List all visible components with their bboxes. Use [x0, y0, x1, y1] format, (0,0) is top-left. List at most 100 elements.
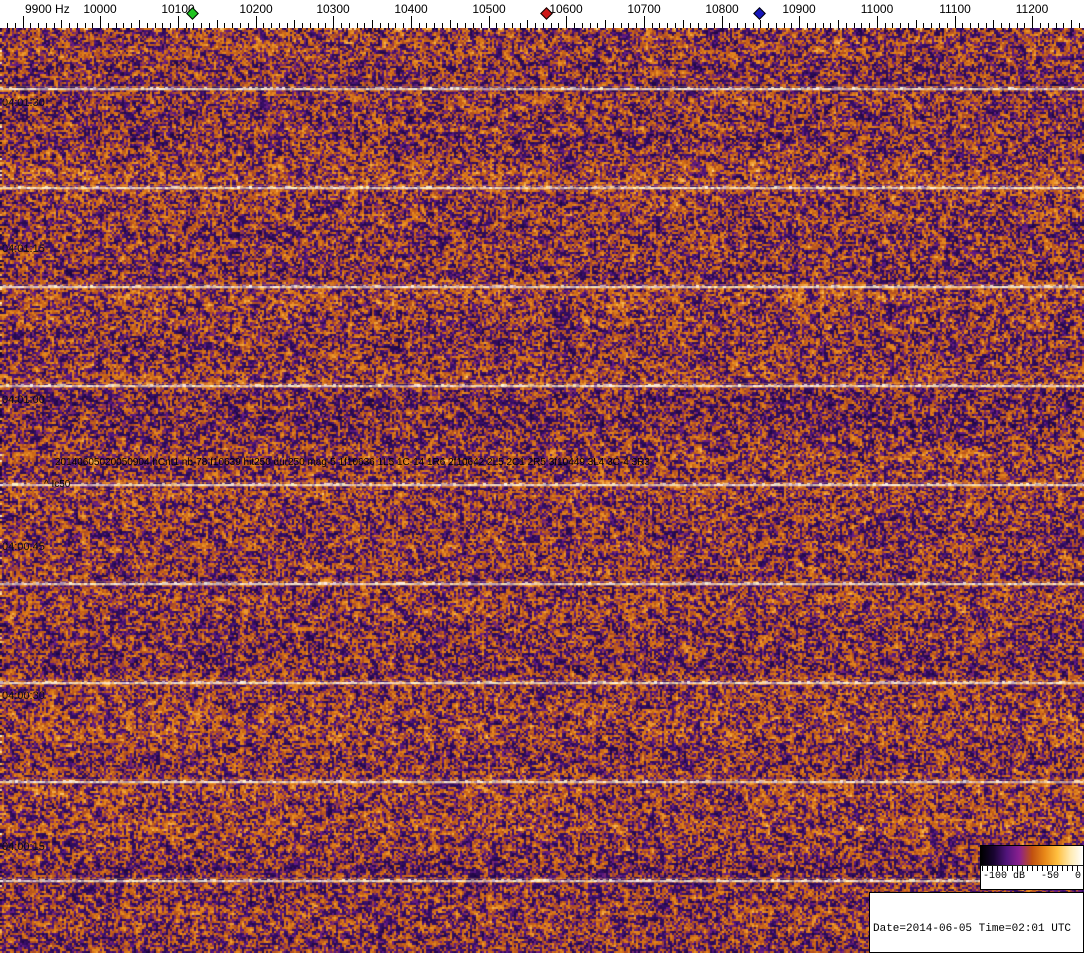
freq-tick — [426, 23, 427, 28]
freq-tick — [877, 16, 878, 28]
freq-tick — [349, 23, 350, 28]
freq-tick — [69, 23, 70, 28]
freq-tick — [753, 23, 754, 28]
freq-axis-label: 10500 — [472, 2, 506, 16]
freq-tick — [574, 23, 575, 28]
freq-tick — [155, 23, 156, 28]
freq-tick — [636, 23, 637, 28]
freq-tick — [543, 23, 544, 28]
freq-tick — [535, 23, 536, 28]
freq-tick — [815, 23, 816, 28]
freq-axis-label: 10200 — [239, 2, 273, 16]
freq-tick — [23, 16, 24, 28]
freq-tick — [1056, 23, 1057, 28]
freq-tick — [1040, 23, 1041, 28]
freq-tick — [411, 16, 412, 28]
freq-tick — [1017, 23, 1018, 28]
freq-axis-label: 10300 — [316, 2, 350, 16]
freq-tick — [659, 23, 660, 28]
freq-tick — [139, 20, 140, 28]
freq-tick — [854, 23, 855, 28]
freq-tick — [61, 20, 62, 28]
freq-tick — [613, 23, 614, 28]
freq-tick — [1001, 23, 1002, 28]
spectrogram-waterfall[interactable] — [0, 28, 1084, 953]
colorbar-label-max: 0 — [1074, 871, 1081, 882]
freq-tick — [54, 23, 55, 28]
freq-tick — [838, 20, 839, 28]
freq-tick — [263, 23, 264, 28]
freq-axis-label: 10400 — [394, 2, 428, 16]
freq-tick — [1071, 20, 1072, 28]
freq-tick — [675, 23, 676, 28]
spectrogram-app: 9900 Hz 10000 10100 10200 10300 10400 10500 106… — [0, 0, 1084, 953]
freq-axis-label: 11000 — [860, 2, 894, 16]
freq-tick — [830, 23, 831, 28]
freq-tick — [846, 23, 847, 28]
freq-tick — [388, 23, 389, 28]
freq-tick — [457, 23, 458, 28]
freq-tick — [85, 23, 86, 28]
freq-tick — [597, 23, 598, 28]
freq-tick — [558, 23, 559, 28]
freq-tick — [644, 16, 645, 28]
freq-tick — [364, 23, 365, 28]
freq-tick — [823, 23, 824, 28]
freq-axis-label: 10800 — [705, 2, 739, 16]
colorbar-labels: -100 dB -50 0 — [981, 871, 1083, 882]
freq-tick — [698, 23, 699, 28]
freq-tick — [520, 23, 521, 28]
freq-tick — [318, 23, 319, 28]
freq-tick — [380, 23, 381, 28]
freq-tick — [791, 23, 792, 28]
freq-tick — [776, 23, 777, 28]
freq-tick — [628, 23, 629, 28]
freq-tick — [1009, 23, 1010, 28]
freq-tick — [582, 23, 583, 28]
freq-tick — [1024, 23, 1025, 28]
freq-tick — [955, 16, 956, 28]
freq-tick — [279, 23, 280, 28]
freq-axis-label: 10000 — [83, 2, 117, 16]
freq-tick — [489, 16, 490, 28]
freq-tick — [240, 23, 241, 28]
freq-tick — [116, 23, 117, 28]
colorbar-legend: -100 dB -50 0 — [980, 845, 1084, 890]
freq-tick — [861, 23, 862, 28]
frequency-axis: 9900 Hz 10000 10100 10200 10300 10400 10500 106… — [0, 0, 1084, 28]
freq-tick — [527, 20, 528, 28]
freq-tick — [745, 23, 746, 28]
freq-tick — [923, 23, 924, 28]
marker-diamond-blue[interactable] — [753, 7, 766, 20]
freq-tick — [931, 23, 932, 28]
freq-axis-label: 10600 — [549, 2, 583, 16]
freq-tick — [551, 23, 552, 28]
freq-tick — [419, 23, 420, 28]
freq-tick — [605, 20, 606, 28]
freq-tick — [885, 23, 886, 28]
colorbar-label-min: -100 dB — [983, 871, 1026, 882]
freq-tick — [807, 23, 808, 28]
freq-tick — [590, 23, 591, 28]
freq-tick — [341, 23, 342, 28]
freq-tick — [892, 23, 893, 28]
freq-tick — [7, 23, 8, 28]
freq-tick — [566, 16, 567, 28]
freq-tick — [209, 23, 210, 28]
freq-tick — [108, 23, 109, 28]
freq-tick — [92, 23, 93, 28]
freq-tick — [178, 16, 179, 28]
freq-tick — [442, 23, 443, 28]
freq-tick — [310, 23, 311, 28]
freq-tick — [46, 23, 47, 28]
freq-axis-label: 9900 Hz — [25, 2, 70, 16]
freq-tick — [504, 23, 505, 28]
freq-tick — [1048, 23, 1049, 28]
freq-tick — [722, 16, 723, 28]
freq-tick — [869, 23, 870, 28]
freq-tick — [714, 23, 715, 28]
freq-tick — [131, 23, 132, 28]
freq-tick — [271, 23, 272, 28]
freq-tick — [621, 23, 622, 28]
freq-tick — [170, 23, 171, 28]
